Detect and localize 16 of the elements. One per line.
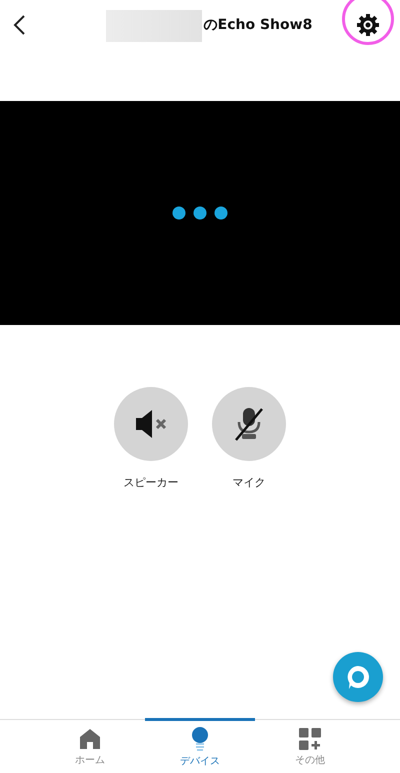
control-label: マイク [232,475,266,490]
settings-button[interactable] [354,11,382,39]
tab[interactable]: デバイス [145,718,255,773]
speaker-icon [135,409,167,439]
speech-bubble-icon [345,664,371,690]
grid-plus-icon [299,728,321,750]
tab[interactable]: ホーム [35,718,145,773]
lightbulb-icon [191,726,209,750]
microphone-icon [233,407,265,441]
assistant-button[interactable] [333,652,383,702]
settings-icon [356,13,380,37]
device-title: のEcho Show8 [204,16,312,34]
tab[interactable]: その他 [255,718,365,773]
loading-icon [172,206,228,220]
home-icon [79,728,101,750]
control-label: スピーカー [124,475,178,490]
